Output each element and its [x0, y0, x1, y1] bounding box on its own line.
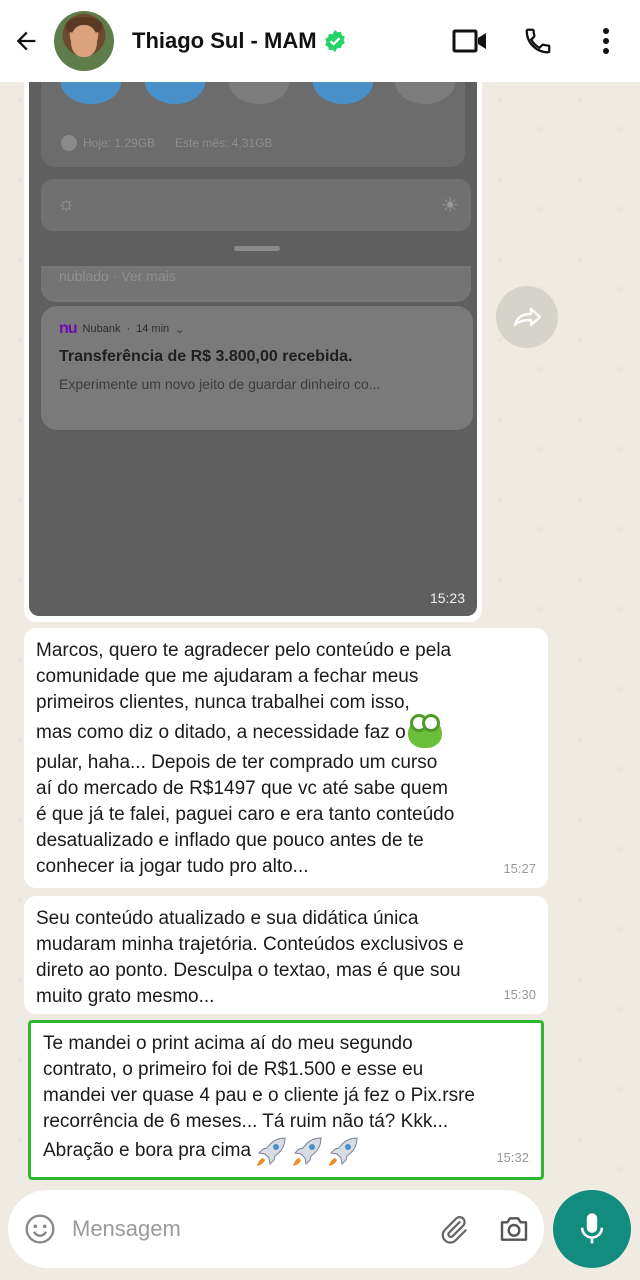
notification-title: Transferência de R$ 3.800,00 recebida. — [59, 348, 353, 365]
more-options-button[interactable] — [572, 0, 640, 82]
nubank-logo-icon: nu — [59, 320, 78, 337]
message-line: Seu conteúdo atualizado e sua didática ú… — [36, 908, 419, 929]
back-button[interactable] — [0, 0, 52, 82]
message-time: 15:27 — [503, 861, 536, 876]
message-line: é que já te falei, paguei caro e era tan… — [36, 804, 455, 825]
message-line: mudaram minha trajetória. Conteúdos excl… — [36, 934, 464, 955]
microphone-icon — [580, 1213, 604, 1244]
message-time: 15:32 — [496, 1150, 529, 1165]
message-line: direto ao ponto. Desculpa o textao, mas … — [36, 960, 461, 981]
chevron-down-icon: ⌄ — [175, 323, 185, 336]
rocket-emoji-icon — [257, 1137, 286, 1166]
message-line: conhecer ia jogar tudo pro alto... — [36, 856, 309, 877]
previous-notification: nublado · Ver mais — [41, 266, 471, 302]
message-line: aí do mercado de R$1497 que vc até sabe … — [36, 778, 448, 799]
voice-call-button[interactable] — [504, 0, 572, 82]
more-vertical-icon — [603, 28, 609, 54]
message-line: pular, haha... Depois de ter comprado um… — [36, 752, 438, 773]
message-line: mandei ver quase 4 pau e o cliente já fe… — [43, 1085, 475, 1106]
forward-icon — [513, 307, 542, 327]
brightness-low-icon: ☼ — [57, 193, 76, 215]
message-line: primeiros clientes, nunca trabalhei com … — [36, 692, 410, 713]
smiley-icon — [25, 1214, 55, 1244]
notification-body: Experimente um novo jeito de guardar din… — [59, 376, 381, 392]
message-line: Marcos, quero te agradecer pelo conteúdo… — [36, 640, 452, 661]
message-bubble[interactable]: Marcos, quero te agradecer pelo conteúdo… — [24, 628, 548, 888]
message-line: comunidade que me ajudaram a fechar meus — [36, 666, 419, 687]
frog-emoji-icon — [407, 714, 442, 748]
voice-message-button[interactable] — [553, 1190, 631, 1268]
message-line: muito grato mesmo... — [36, 986, 215, 1007]
quick-settings-panel: Hoje: 1,29GB Este mês: 4,31GB — [41, 82, 465, 167]
camera-button[interactable] — [484, 1190, 544, 1268]
image-message[interactable]: Hoje: 1,29GB Este mês: 4,31GB ☼ ☀ nublad… — [24, 82, 482, 622]
drag-handle — [234, 246, 280, 251]
message-line: Te mandei o print acima aí do meu segund… — [43, 1033, 413, 1054]
contact-avatar[interactable] — [54, 11, 114, 71]
video-camera-icon — [452, 29, 486, 53]
message-line: desatualizado e inflado que pouco antes … — [36, 830, 424, 851]
message-time: 15:23 — [429, 590, 465, 606]
rocket-emoji-icon — [293, 1137, 322, 1166]
screenshot-image[interactable]: Hoje: 1,29GB Este mês: 4,31GB ☼ ☀ nublad… — [29, 82, 477, 616]
message-bubble[interactable]: Te mandei o print acima aí do meu segund… — [28, 1020, 544, 1180]
message-line: Abração e bora pra cima — [43, 1140, 252, 1161]
message-line: recorrência de 6 meses... Tá ruim não tá… — [43, 1111, 449, 1132]
phone-icon — [525, 28, 551, 54]
data-usage: Hoje: 1,29GB Este mês: 4,31GB — [61, 135, 272, 151]
emoji-button[interactable] — [8, 1190, 72, 1268]
message-line: contrato, o primeiro foi de R$1.500 e es… — [43, 1059, 424, 1080]
message-bubble[interactable]: Seu conteúdo atualizado e sua didática ú… — [24, 896, 548, 1014]
message-composer — [8, 1190, 544, 1268]
paperclip-icon — [441, 1216, 467, 1244]
forward-button[interactable] — [496, 286, 558, 348]
video-call-button[interactable] — [436, 0, 504, 82]
contact-name[interactable]: Thiago Sul - MAM — [132, 28, 317, 54]
brightness-slider: ☼ ☀ — [41, 179, 471, 231]
message-input[interactable] — [72, 1204, 424, 1254]
brightness-high-icon: ☀ — [441, 195, 459, 217]
back-arrow-icon — [16, 31, 36, 51]
message-time: 15:30 — [503, 987, 536, 1002]
camera-icon — [500, 1217, 528, 1241]
attach-button[interactable] — [424, 1190, 484, 1268]
verified-badge-icon — [324, 30, 345, 52]
nubank-notification: nu Nubank · 14 min ⌄ Transferência de R$… — [41, 306, 473, 430]
rocket-emoji-icon — [329, 1137, 358, 1166]
chat-header: Thiago Sul - MAM — [0, 0, 640, 82]
message-line: mas como diz o ditado, a necessidade faz… — [36, 722, 406, 743]
